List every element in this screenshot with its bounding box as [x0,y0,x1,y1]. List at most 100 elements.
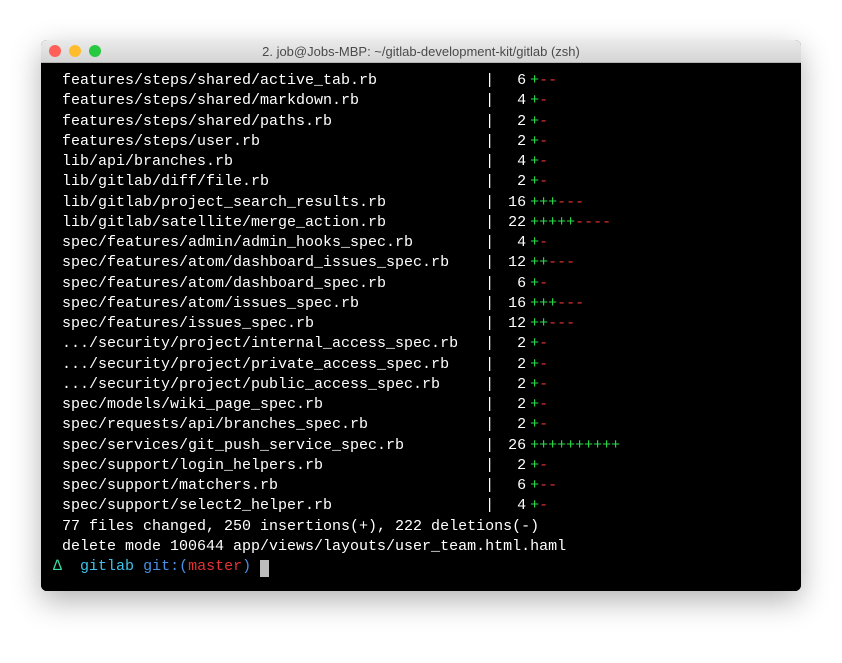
diff-count: 2 [494,456,530,476]
prompt-dir: gitlab [80,558,134,575]
diff-path: features/steps/shared/paths.rb [53,112,485,132]
diff-count: 6 [494,476,530,496]
diff-path: spec/support/matchers.rb [53,476,485,496]
diff-plus: +++++ [530,213,575,233]
diff-pipe: | [485,314,494,334]
close-icon[interactable] [49,45,61,57]
diff-row: spec/models/wiki_page_spec.rb |2 +- [53,395,789,415]
diff-row: features/steps/shared/paths.rb |2 +- [53,112,789,132]
diff-path: features/steps/user.rb [53,132,485,152]
diff-count: 6 [494,71,530,91]
terminal-body[interactable]: features/steps/shared/active_tab.rb |6 +… [41,63,801,591]
diff-path: .../security/project/private_access_spec… [53,355,485,375]
diff-minus: - [539,395,548,415]
diff-count: 6 [494,274,530,294]
diff-pipe: | [485,415,494,435]
prompt-paren-close: ) [242,558,251,575]
diff-row: spec/services/git_push_service_spec.rb |… [53,436,789,456]
diff-count: 2 [494,415,530,435]
diff-row: lib/gitlab/diff/file.rb |2 +- [53,172,789,192]
diff-pipe: | [485,233,494,253]
diff-minus: - [539,132,548,152]
diff-row: lib/api/branches.rb |4 +- [53,152,789,172]
diff-pipe: | [485,334,494,354]
shell-prompt[interactable]: ∆ gitlab git:(master) [53,557,789,577]
prompt-symbol: ∆ [53,558,62,575]
diff-minus: - [539,375,548,395]
diff-count: 2 [494,334,530,354]
diff-count: 4 [494,496,530,516]
diff-path: features/steps/shared/active_tab.rb [53,71,485,91]
diff-plus: + [530,395,539,415]
diff-row: features/steps/shared/markdown.rb |4 +- [53,91,789,111]
diff-path: spec/features/atom/issues_spec.rb [53,294,485,314]
diff-pipe: | [485,172,494,192]
diff-plus: + [530,91,539,111]
diff-count: 2 [494,395,530,415]
diff-plus: + [530,274,539,294]
titlebar: 2. job@Jobs-MBP: ~/gitlab-development-ki… [41,40,801,63]
diff-plus: + [530,152,539,172]
maximize-icon[interactable] [89,45,101,57]
diff-pipe: | [485,152,494,172]
diff-plus: + [530,496,539,516]
diff-row: spec/features/atom/dashboard_spec.rb |6 … [53,274,789,294]
diff-row: spec/support/select2_helper.rb |4 +- [53,496,789,516]
diff-pipe: | [485,436,494,456]
diff-pipe: | [485,71,494,91]
diff-row: .../security/project/private_access_spec… [53,355,789,375]
diff-pipe: | [485,395,494,415]
diff-row: spec/features/atom/dashboard_issues_spec… [53,253,789,273]
diff-path: lib/gitlab/diff/file.rb [53,172,485,192]
diff-count: 4 [494,233,530,253]
diff-minus: - [539,456,548,476]
diff-count: 12 [494,253,530,273]
diff-plus: + [530,233,539,253]
diff-plus: +++ [530,193,557,213]
diff-row: lib/gitlab/project_search_results.rb |16… [53,193,789,213]
diff-minus: ---- [575,213,611,233]
diff-count: 2 [494,172,530,192]
diff-minus: -- [539,71,557,91]
diff-path: spec/services/git_push_service_spec.rb [53,436,485,456]
diff-pipe: | [485,253,494,273]
diff-count: 2 [494,112,530,132]
diff-pipe: | [485,476,494,496]
diff-plus: ++ [530,314,548,334]
diff-row: features/steps/user.rb |2 +- [53,132,789,152]
diff-plus: + [530,456,539,476]
diff-minus: - [539,274,548,294]
diff-count: 2 [494,355,530,375]
diff-row: spec/support/login_helpers.rb |2 +- [53,456,789,476]
diff-pipe: | [485,375,494,395]
diff-minus: - [539,152,548,172]
diff-pipe: | [485,193,494,213]
diff-path: .../security/project/public_access_spec.… [53,375,485,395]
minimize-icon[interactable] [69,45,81,57]
prompt-branch: master [188,558,242,575]
diff-plus: + [530,375,539,395]
diff-row: .../security/project/public_access_spec.… [53,375,789,395]
diff-path: spec/support/select2_helper.rb [53,496,485,516]
diff-minus: - [539,233,548,253]
diff-pipe: | [485,456,494,476]
diff-path: lib/gitlab/satellite/merge_action.rb [53,213,485,233]
diff-plus: +++ [530,294,557,314]
diff-count: 22 [494,213,530,233]
diff-row: spec/features/admin/admin_hooks_spec.rb … [53,233,789,253]
diff-pipe: | [485,91,494,111]
diff-path: .../security/project/internal_access_spe… [53,334,485,354]
diff-minus: - [539,496,548,516]
diff-path: spec/features/admin/admin_hooks_spec.rb [53,233,485,253]
prompt-git-label: git: [143,558,179,575]
diff-count: 4 [494,91,530,111]
diff-count: 16 [494,294,530,314]
diff-pipe: | [485,112,494,132]
diff-count: 26 [494,436,530,456]
diff-path: spec/features/atom/dashboard_spec.rb [53,274,485,294]
diff-plus: + [530,132,539,152]
window-title: 2. job@Jobs-MBP: ~/gitlab-development-ki… [262,44,580,59]
diff-path: lib/gitlab/project_search_results.rb [53,193,485,213]
diff-minus: - [539,415,548,435]
diff-plus: ++++++++++ [530,436,620,456]
